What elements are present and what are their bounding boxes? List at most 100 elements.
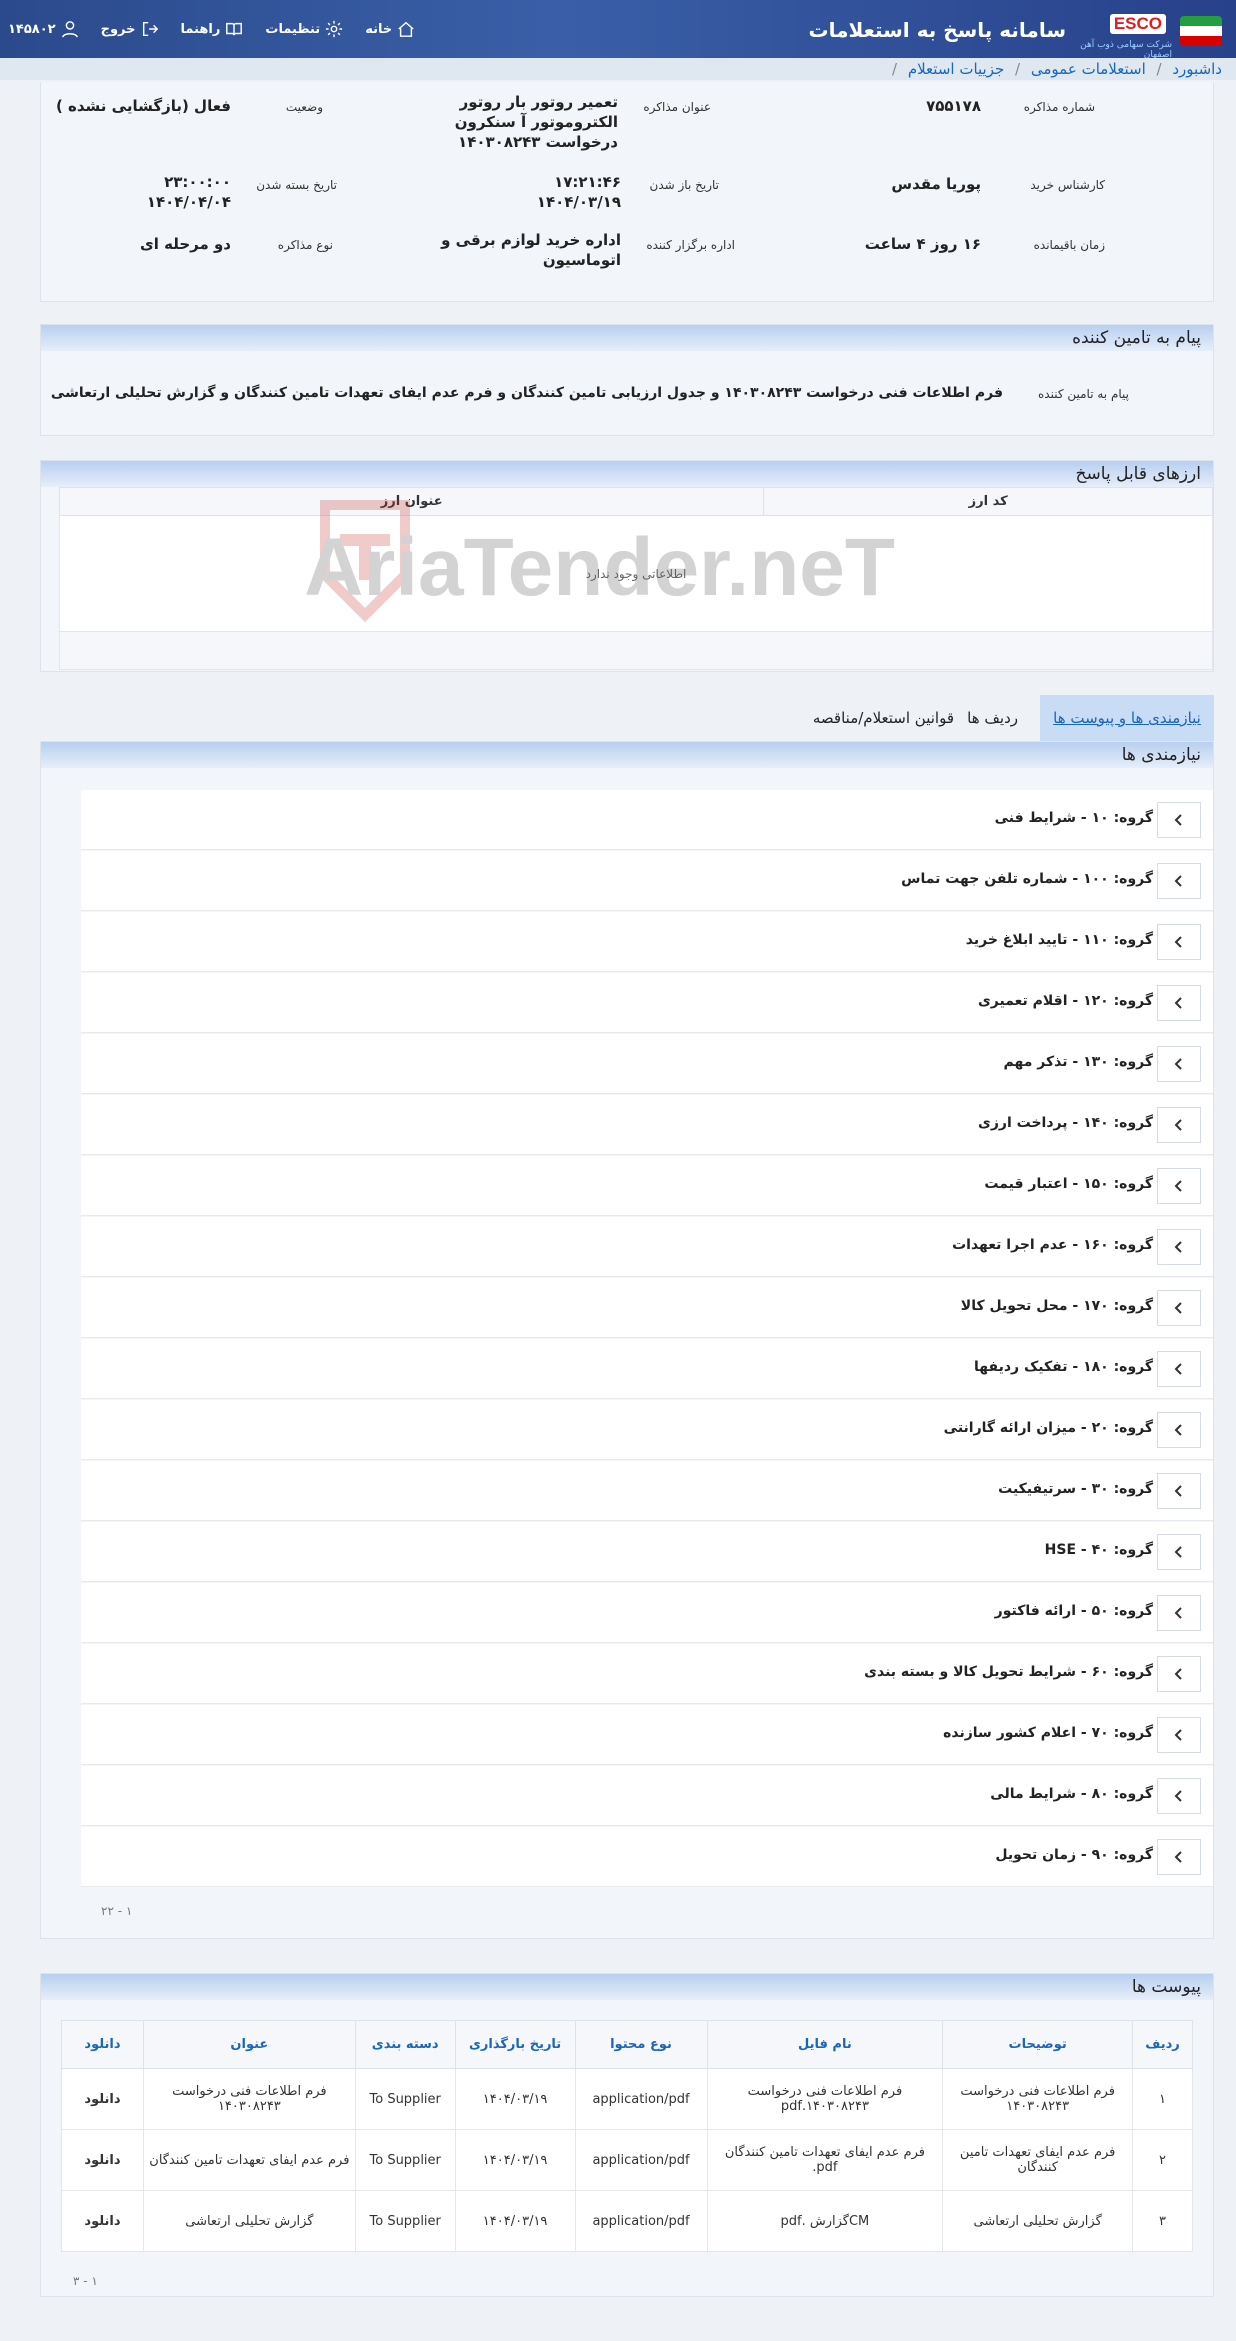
expand-button[interactable] — [1157, 1107, 1201, 1143]
requirement-group-row[interactable]: گروه: ۱۵۰ - اعتبار قیمت — [81, 1156, 1213, 1216]
table-row: ۲ فرم عدم ایفای تعهدات تامین کنندگان فرم ع… — [61, 2129, 1193, 2191]
guide-button[interactable]: راهنما — [181, 20, 244, 38]
col-header: دانلود — [61, 2020, 144, 2069]
iran-flag-icon — [1180, 16, 1222, 46]
chevron-left-icon — [1174, 1729, 1182, 1741]
expand-button[interactable] — [1157, 1473, 1201, 1509]
expand-button[interactable] — [1157, 1412, 1201, 1448]
breadcrumb-dashboard[interactable]: داشبورد — [1172, 60, 1222, 78]
top-nav: ۱۴۵۸۰۲ خروج راهنما تنظیمات خانه — [8, 20, 415, 38]
table-cell: To Supplier — [354, 2068, 456, 2130]
group-title: گروه: ۱۴۰ - پرداخت ارزی — [978, 1115, 1153, 1131]
expand-button[interactable] — [1157, 1046, 1201, 1082]
requirement-group-row[interactable]: گروه: ۱۷۰ - محل تحویل کالا — [81, 1278, 1213, 1338]
open-time-value: ۱۷:۲۱:۴۶ — [554, 173, 621, 191]
requirement-group-row[interactable]: گروه: ۵۰ - ارائه فاکتور — [81, 1583, 1213, 1643]
group-title: گروه: ۴۰ - HSE — [1044, 1542, 1153, 1558]
requirements-panel: نیازمندی ها گروه: ۱۰ - شرایط فنی گروه: ۱۰… — [40, 741, 1214, 1939]
tab-rows[interactable]: ردیف ها — [967, 695, 1018, 741]
logout-button[interactable]: خروج — [101, 20, 159, 38]
watermark-text: AriaTender.neT — [304, 522, 895, 613]
table-cell: فرم عدم ایفای تعهدات تامین کنندگان — [142, 2129, 356, 2191]
download-link[interactable]: دانلود — [61, 2190, 144, 2252]
table-cell: ۱۴۰۴/۰۳/۱۹ — [454, 2129, 576, 2191]
requirement-group-row[interactable]: گروه: ۴۰ - HSE — [81, 1522, 1213, 1582]
tab-rules[interactable]: قوانین استعلام/مناقصه — [813, 695, 954, 741]
table-cell: گزارش تحلیلی ارتعاشی — [942, 2190, 1134, 2252]
breadcrumb-separator: / — [891, 60, 898, 78]
requirement-group-row[interactable]: گروه: ۱۸۰ - تفکیک ردیفها — [81, 1339, 1213, 1399]
tab-requirements[interactable]: نیازمندی ها و پیوست ها — [1040, 695, 1214, 741]
message-panel: پیام به تامین کننده پیام به تامین کننده … — [40, 324, 1214, 436]
expand-button[interactable] — [1157, 1229, 1201, 1265]
breadcrumb-general[interactable]: استعلامات عمومی — [1031, 60, 1146, 78]
home-button[interactable]: خانه — [365, 20, 415, 38]
chevron-left-icon — [1174, 1607, 1182, 1619]
requirement-group-row[interactable]: گروه: ۷۰ - اعلام کشور سازنده — [81, 1705, 1213, 1765]
chevron-left-icon — [1174, 1790, 1182, 1802]
expand-button[interactable] — [1157, 1778, 1201, 1814]
expand-button[interactable] — [1157, 1839, 1201, 1875]
requirement-group-row[interactable]: گروه: ۱۳۰ - تذکر مهم — [81, 1034, 1213, 1094]
remain-label: زمان باقیمانده — [1033, 238, 1105, 252]
requirement-group-row[interactable]: گروه: ۲۰ - میزان ارائه گارانتی — [81, 1400, 1213, 1460]
group-title: گروه: ۳۰ - سرتیفیکیت — [998, 1481, 1153, 1497]
expand-button[interactable] — [1157, 1534, 1201, 1570]
remain-value: ۱۶ روز ۴ ساعت — [864, 235, 981, 253]
group-title: گروه: ۱۳۰ - تذکر مهم — [1003, 1054, 1153, 1070]
title-value: تعمیر روتور بار روتور الکتروموتور آ سنکر… — [454, 93, 618, 151]
table-cell: فرم اطلاعات فنی درخواست ۱۴۰۳۰۸۲۴۳.pdf — [706, 2068, 944, 2130]
breadcrumb: داشبورد / استعلامات عمومی / جزییات استعل… — [0, 58, 1236, 80]
download-link[interactable]: دانلود — [61, 2129, 144, 2191]
expand-button[interactable] — [1157, 1168, 1201, 1204]
requirement-group-row[interactable]: گروه: ۸۰ - شرایط مالی — [81, 1766, 1213, 1826]
message-text: فرم اطلاعات فنی درخواست ۱۴۰۳۰۸۲۴۳ و جدول… — [50, 385, 1003, 401]
chevron-left-icon — [1174, 1302, 1182, 1314]
table-cell: To Supplier — [354, 2190, 456, 2252]
status-value: فعال (بازگشایی نشده ) — [55, 97, 231, 115]
requirements-pager: ۱ - ۲۲ — [101, 1904, 133, 1918]
breadcrumb-separator: / — [1156, 60, 1162, 78]
expand-button[interactable] — [1157, 863, 1201, 899]
requirement-group-row[interactable]: گروه: ۱۱۰ - تایید ابلاغ خرید — [81, 912, 1213, 972]
requirement-group-row[interactable]: گروه: ۳۰ - سرتیفیکیت — [81, 1461, 1213, 1521]
requirement-group-row[interactable]: گروه: ۱۲۰ - اقلام تعمیری — [81, 973, 1213, 1033]
col-header: دسته بندی — [354, 2020, 456, 2069]
num-label: شماره مذاکره — [1023, 100, 1095, 114]
download-link[interactable]: دانلود — [61, 2068, 144, 2130]
dept-value: اداره خرید لوازم برقی و اتوماسیون — [441, 231, 621, 269]
requirement-group-row[interactable]: گروه: ۱۴۰ - پرداخت ارزی — [81, 1095, 1213, 1155]
attachments-heading: پیوست ها — [41, 1974, 1213, 2000]
col-header: تاریخ بارگذاری — [454, 2020, 576, 2069]
expand-button[interactable] — [1157, 1717, 1201, 1753]
chevron-left-icon — [1174, 1851, 1182, 1863]
expert-label: کارشناس خرید — [1030, 178, 1105, 192]
expand-button[interactable] — [1157, 924, 1201, 960]
expand-button[interactable] — [1157, 1656, 1201, 1692]
settings-button[interactable]: تنظیمات — [265, 20, 343, 38]
close-date-value: ۱۴۰۴/۰۴/۰۴ — [146, 193, 231, 211]
requirement-group-row[interactable]: گروه: ۶۰ - شرایط تحویل کالا و بسته بندی — [81, 1644, 1213, 1704]
breadcrumb-details[interactable]: جزییات استعلام — [908, 60, 1004, 78]
user-menu[interactable]: ۱۴۵۸۰۲ — [8, 20, 79, 38]
requirement-group-row[interactable]: گروه: ۱۰ - شرایط فنی — [81, 790, 1213, 850]
group-title: گروه: ۱۱۰ - تایید ابلاغ خرید — [965, 932, 1153, 948]
table-cell: فرم عدم ایفای تعهدات تامین کنندگان — [942, 2129, 1134, 2191]
table-cell: CMگزارش .pdf — [706, 2190, 944, 2252]
expand-button[interactable] — [1157, 985, 1201, 1021]
chevron-left-icon — [1174, 936, 1182, 948]
requirement-group-row[interactable]: گروه: ۹۰ - زمان تحویل — [81, 1827, 1213, 1887]
expand-button[interactable] — [1157, 802, 1201, 838]
expand-button[interactable] — [1157, 1351, 1201, 1387]
table-cell: فرم اطلاعات فنی درخواست ۱۴۰۳۰۸۲۴۳ — [942, 2068, 1134, 2130]
expand-button[interactable] — [1157, 1290, 1201, 1326]
attachments-panel: پیوست ها ردیف توضیحات نام فایل نوع محتوا تار… — [40, 1973, 1214, 2297]
col-header: ردیف — [1132, 2020, 1193, 2069]
attachments-table: ردیف توضیحات نام فایل نوع محتوا تاریخ بارگذا… — [61, 2020, 1193, 2252]
group-title: گروه: ۶۰ - شرایط تحویل کالا و بسته بندی — [864, 1664, 1153, 1680]
requirement-group-row[interactable]: گروه: ۱۶۰ - عدم اجرا تعهدات — [81, 1217, 1213, 1277]
expand-button[interactable] — [1157, 1595, 1201, 1631]
group-title: گروه: ۱۰۰ - شماره تلفن جهت تماس — [901, 871, 1153, 887]
chevron-left-icon — [1174, 1424, 1182, 1436]
requirement-group-row[interactable]: گروه: ۱۰۰ - شماره تلفن جهت تماس — [81, 851, 1213, 911]
